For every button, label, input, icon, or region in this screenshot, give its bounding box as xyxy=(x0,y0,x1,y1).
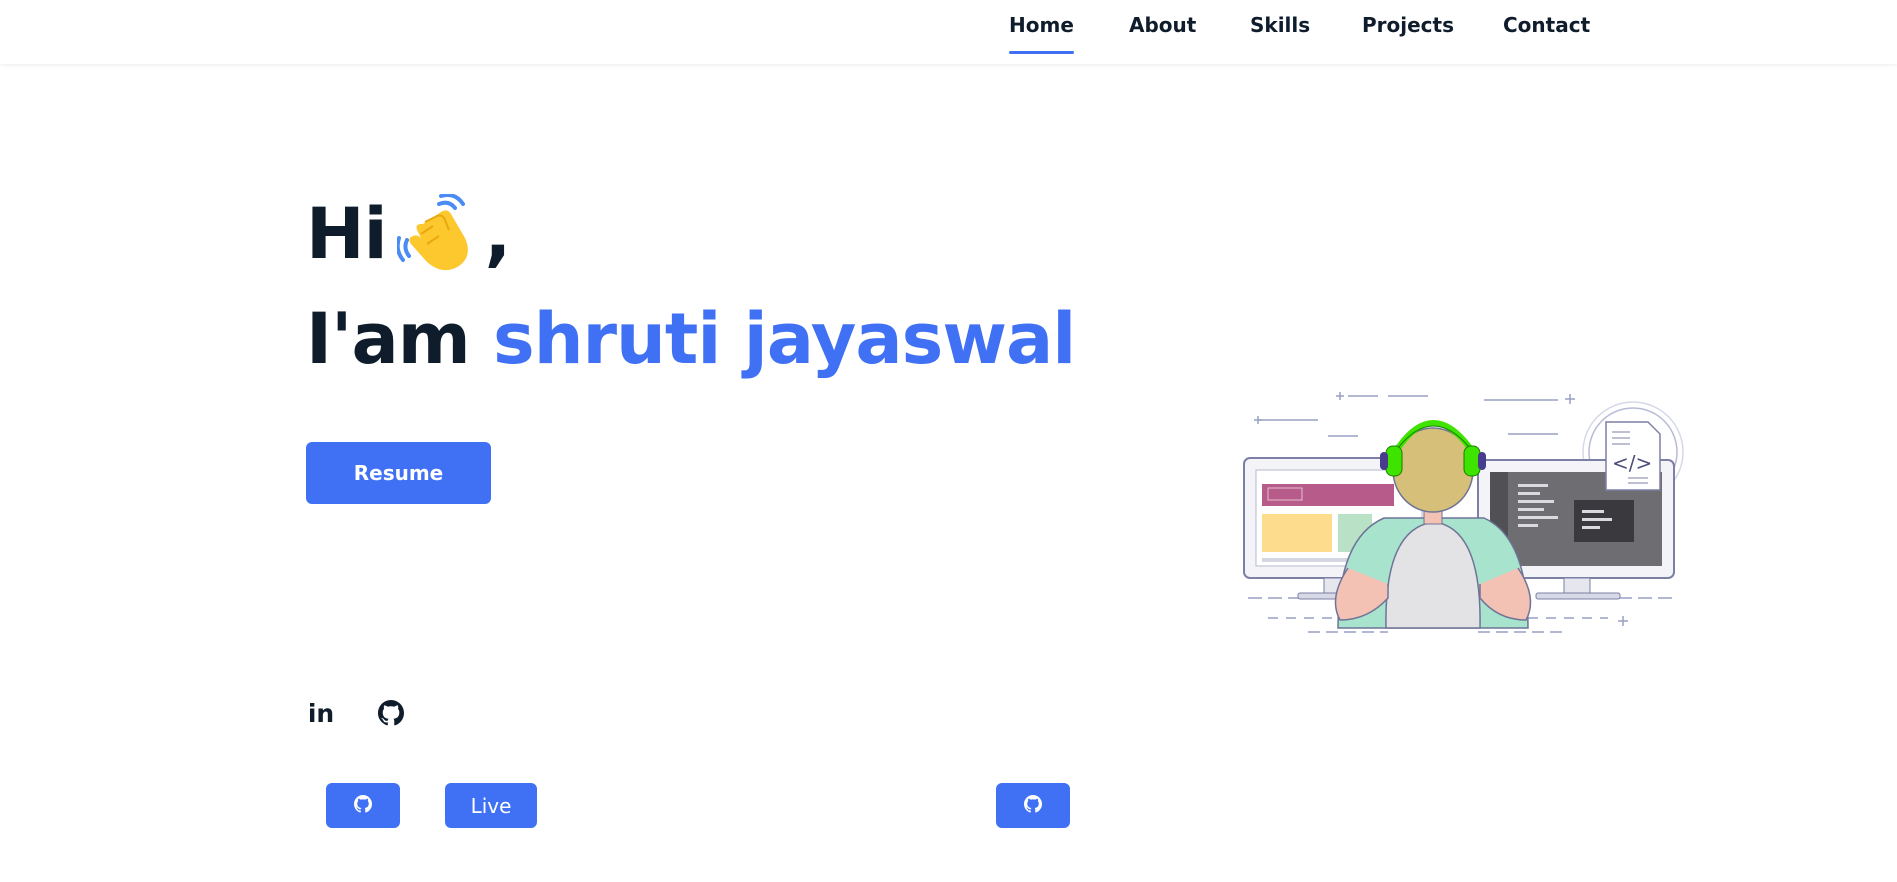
project-live-button[interactable]: Live xyxy=(445,783,537,828)
project-github-button-2[interactable] xyxy=(996,783,1070,828)
nav-contact[interactable]: Contact xyxy=(1503,13,1590,37)
linkedin-icon[interactable]: in xyxy=(304,697,338,729)
greeting-text: Hi xyxy=(306,193,388,275)
hero-name: shruti jayaswal xyxy=(493,298,1076,380)
github-icon xyxy=(1024,794,1042,818)
svg-text:</>: </> xyxy=(1612,451,1652,475)
github-icon xyxy=(354,794,372,818)
navbar: Home About Skills Projects Contact xyxy=(0,0,1897,64)
greeting-suffix: , xyxy=(484,193,512,275)
nav-skills[interactable]: Skills xyxy=(1250,13,1310,37)
intro-text: I'am xyxy=(306,298,471,380)
project-github-button[interactable] xyxy=(326,783,400,828)
nav-projects[interactable]: Projects xyxy=(1362,13,1454,37)
github-icon[interactable] xyxy=(374,697,408,729)
nav-about[interactable]: About xyxy=(1129,13,1196,37)
hero-intro: I'am shruti jayaswal xyxy=(306,298,1076,380)
hero-greeting: Hi , xyxy=(306,193,512,275)
resume-button[interactable]: Resume xyxy=(306,442,491,504)
developer-illustration: </> xyxy=(1228,388,1688,646)
nav-home[interactable]: Home xyxy=(1009,13,1074,54)
waving-hand-icon xyxy=(395,193,479,274)
